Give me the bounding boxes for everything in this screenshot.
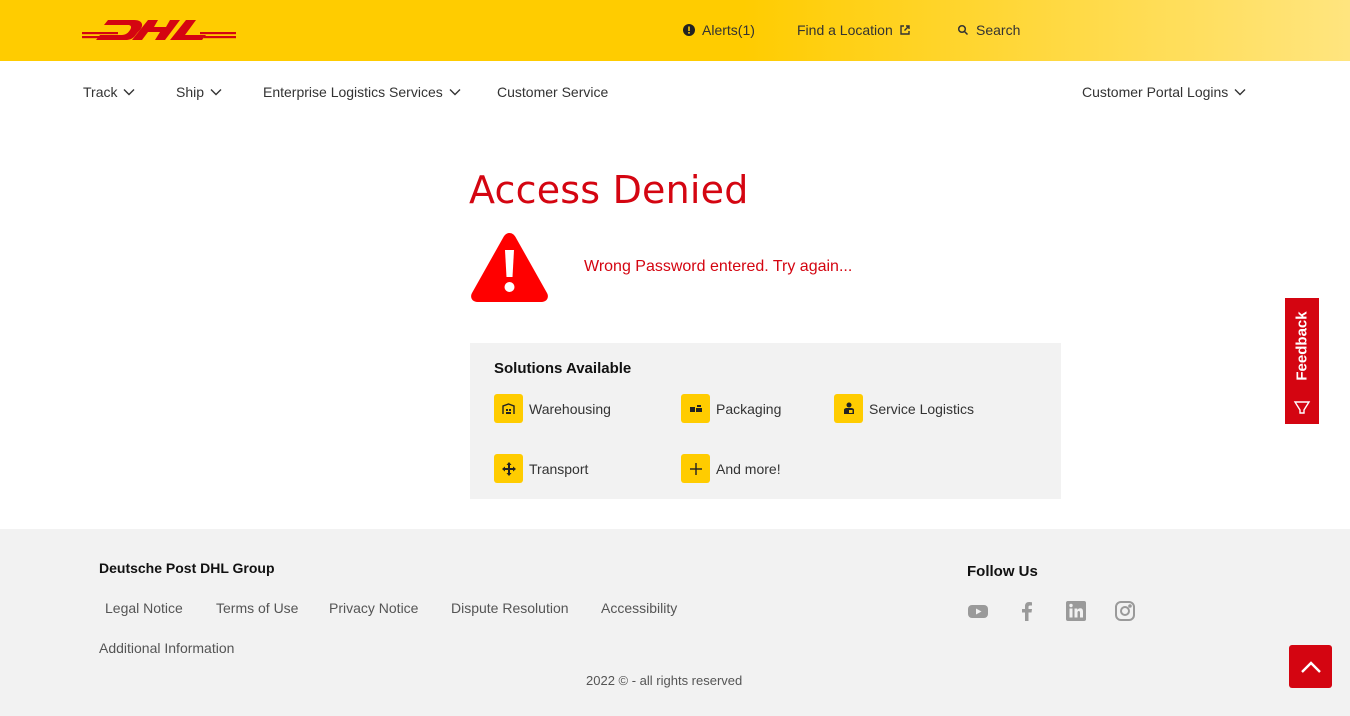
solution-and-more[interactable]: And more!: [681, 454, 781, 483]
alerts-link[interactable]: Alerts(1): [682, 20, 755, 40]
solutions-heading: Solutions Available: [494, 360, 632, 377]
plus-icon: [681, 454, 710, 483]
solution-label: And more!: [716, 460, 781, 477]
search-link[interactable]: Search: [956, 20, 1020, 40]
footer-link-accessibility[interactable]: Accessibility: [601, 600, 677, 616]
follow-us-title: Follow Us: [967, 563, 1038, 580]
facebook-icon[interactable]: [1016, 600, 1038, 622]
footer-link-dispute-resolution[interactable]: Dispute Resolution: [451, 600, 569, 616]
solution-label: Packaging: [716, 400, 782, 417]
footer: Deutsche Post DHL Group Legal Notice Ter…: [0, 529, 1350, 716]
nav-track-label: Track: [83, 84, 118, 100]
external-link-icon: [899, 24, 911, 36]
nav-enterprise-logistics[interactable]: Enterprise Logistics Services: [263, 82, 461, 102]
chevron-down-icon: [449, 88, 461, 96]
youtube-icon[interactable]: [967, 600, 989, 622]
dhl-logo[interactable]: [82, 17, 236, 43]
footer-link-privacy-notice[interactable]: Privacy Notice: [329, 600, 418, 616]
nav-customer-service-label: Customer Service: [497, 84, 609, 100]
footer-link-terms-of-use[interactable]: Terms of Use: [216, 600, 298, 616]
top-bar: Alerts(1) Find a Location Search: [0, 0, 1350, 61]
search-icon: [956, 23, 970, 37]
chevron-down-icon: [210, 88, 222, 96]
find-location-link[interactable]: Find a Location: [797, 20, 911, 40]
nav-customer-service[interactable]: Customer Service: [497, 82, 608, 102]
chevron-up-icon: [1300, 660, 1321, 673]
solution-label: Service Logistics: [869, 400, 975, 417]
solution-transport[interactable]: Transport: [494, 454, 588, 483]
alert-icon: [682, 23, 696, 37]
solution-label: Warehousing: [529, 400, 611, 417]
chevron-down-icon: [1234, 88, 1246, 96]
page-title: Access Denied: [469, 168, 749, 212]
feedback-label: Feedback: [1293, 311, 1311, 381]
feedback-tab[interactable]: Feedback: [1285, 298, 1319, 424]
error-message: Wrong Password entered. Try again...: [584, 258, 853, 275]
alerts-label: Alerts(1): [702, 22, 755, 38]
footer-link-legal-notice[interactable]: Legal Notice: [105, 600, 183, 616]
linkedin-icon[interactable]: [1065, 600, 1087, 622]
nav-ship[interactable]: Ship: [176, 82, 222, 102]
copyright: 2022 © - all rights reserved: [586, 673, 743, 688]
instagram-icon[interactable]: [1114, 600, 1136, 622]
chevron-down-icon: [123, 88, 135, 96]
transport-icon: [494, 454, 523, 483]
nav-ship-label: Ship: [176, 84, 205, 100]
solution-warehousing[interactable]: Warehousing: [494, 394, 611, 423]
footer-brand: Deutsche Post DHL Group: [99, 560, 275, 576]
nav-track[interactable]: Track: [83, 82, 135, 102]
nav-enterprise-label: Enterprise Logistics Services: [263, 84, 443, 100]
search-label: Search: [976, 22, 1021, 38]
footer-link-additional-information[interactable]: Additional Information: [99, 640, 234, 656]
solution-service-logistics[interactable]: Service Logistics: [834, 394, 974, 423]
find-location-label: Find a Location: [797, 22, 893, 38]
solution-packaging[interactable]: Packaging: [681, 394, 781, 423]
packaging-icon: [681, 394, 710, 423]
megaphone-icon: [1293, 401, 1311, 414]
service-logistics-icon: [834, 394, 863, 423]
solutions-panel: Solutions Available Warehousing Packagin…: [470, 343, 1061, 499]
solution-label: Transport: [529, 460, 589, 477]
warehouse-icon: [494, 394, 523, 423]
nav-portal-logins-label: Customer Portal Logins: [1082, 84, 1229, 100]
nav-customer-portal-logins[interactable]: Customer Portal Logins: [1082, 82, 1246, 102]
warning-icon: [471, 233, 548, 302]
back-to-top-button[interactable]: [1289, 645, 1332, 688]
